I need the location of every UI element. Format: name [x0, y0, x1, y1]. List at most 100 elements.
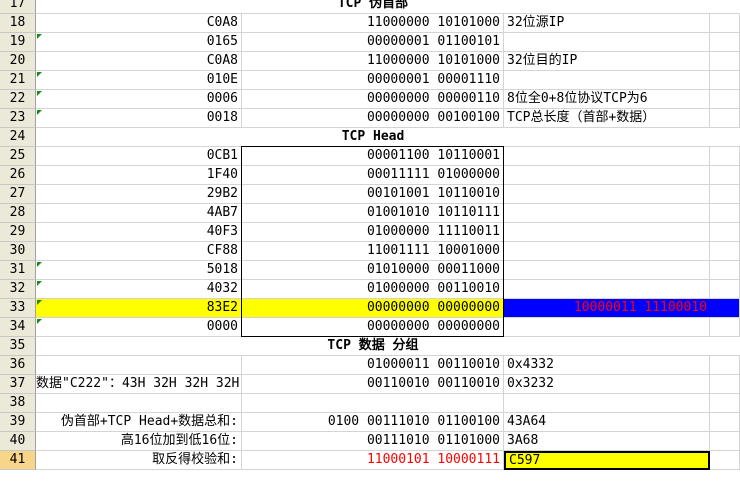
row-header[interactable]: 20: [0, 52, 36, 71]
cell-empty[interactable]: [710, 394, 740, 413]
cell-hex-value[interactable]: C0A8: [36, 14, 242, 33]
cell[interactable]: [36, 128, 242, 147]
cell-hex-value[interactable]: 0165: [36, 33, 242, 52]
cell-binary-value[interactable]: 01010000 00011000: [242, 261, 504, 280]
cell-note[interactable]: [504, 318, 710, 337]
cell[interactable]: [36, 337, 242, 356]
row-header[interactable]: 27: [0, 185, 36, 204]
row-header[interactable]: 39: [0, 413, 36, 432]
cell-hex-value[interactable]: 29B2: [36, 185, 242, 204]
cell-empty[interactable]: [710, 280, 740, 299]
cell-note[interactable]: [504, 223, 710, 242]
cell-binary-value[interactable]: 00000000 00100100: [242, 109, 504, 128]
cell-hex-value[interactable]: [36, 356, 242, 375]
row-header[interactable]: 36: [0, 356, 36, 375]
cell-hex-value[interactable]: CF88: [36, 242, 242, 261]
row-header[interactable]: 24: [0, 128, 36, 147]
row-header[interactable]: 35: [0, 337, 36, 356]
cell[interactable]: [710, 0, 740, 14]
row-header[interactable]: 25: [0, 147, 36, 166]
row-header[interactable]: 26: [0, 166, 36, 185]
cell-empty[interactable]: [710, 52, 740, 71]
cell-hex-value[interactable]: 伪首部+TCP Head+数据总和:: [36, 413, 242, 432]
row-header[interactable]: 32: [0, 280, 36, 299]
cell-hex-value[interactable]: [36, 394, 242, 413]
row-header[interactable]: 38: [0, 394, 36, 413]
cell-note[interactable]: 8位全0+8位协议TCP为6: [504, 90, 710, 109]
cell-note[interactable]: [504, 261, 710, 280]
cell-empty[interactable]: [710, 242, 740, 261]
row-header[interactable]: 23: [0, 109, 36, 128]
cell-note[interactable]: [504, 33, 710, 52]
row-header[interactable]: 19: [0, 33, 36, 52]
cell-note[interactable]: 32位目的IP: [504, 52, 710, 71]
cell-note[interactable]: 3A68: [504, 432, 710, 451]
cell-note[interactable]: 43A64: [504, 413, 710, 432]
cell-binary-value[interactable]: 11000000 10101000: [242, 52, 504, 71]
cell-empty[interactable]: [710, 356, 740, 375]
cell-hex-value[interactable]: 40F3: [36, 223, 242, 242]
cell-empty[interactable]: [710, 375, 740, 394]
cell-binary-value[interactable]: 11000101 10000111: [242, 451, 504, 470]
row-header[interactable]: 41: [0, 451, 36, 470]
cell-hex-value[interactable]: 4AB7: [36, 204, 242, 223]
cell[interactable]: [504, 128, 710, 147]
cell-hex-value[interactable]: 0000: [36, 318, 242, 337]
cell-empty[interactable]: [710, 71, 740, 90]
cell-hex-value[interactable]: 1F40: [36, 166, 242, 185]
row-header[interactable]: 21: [0, 71, 36, 90]
cell-binary-value[interactable]: 01000000 00110010: [242, 280, 504, 299]
cell[interactable]: [710, 337, 740, 356]
cell-binary-value[interactable]: 11001111 10001000: [242, 242, 504, 261]
cell-binary-value[interactable]: 00110010 00110010: [242, 375, 504, 394]
cell-binary-value[interactable]: 0100 00111010 01100100: [242, 413, 504, 432]
row-header[interactable]: 37: [0, 375, 36, 394]
cell-empty[interactable]: [710, 223, 740, 242]
cell-binary-value[interactable]: 01000011 00110010: [242, 356, 504, 375]
cell-empty[interactable]: [710, 413, 740, 432]
cell-hex-value[interactable]: 0006: [36, 90, 242, 109]
cell-empty[interactable]: [710, 185, 740, 204]
cell[interactable]: [710, 128, 740, 147]
cell-note[interactable]: [504, 166, 710, 185]
cell-hex-value[interactable]: 4032: [36, 280, 242, 299]
cell-note[interactable]: [504, 204, 710, 223]
cell-hex-value[interactable]: 0018: [36, 109, 242, 128]
row-header[interactable]: 29: [0, 223, 36, 242]
cell-hex-value[interactable]: C0A8: [36, 52, 242, 71]
cell-note[interactable]: [504, 71, 710, 90]
cell-binary-value[interactable]: 00000000 00000000: [242, 299, 504, 318]
cell-empty[interactable]: [710, 14, 740, 33]
row-header[interactable]: 28: [0, 204, 36, 223]
cell-binary-value[interactable]: 01000000 11110011: [242, 223, 504, 242]
cell-empty[interactable]: [710, 432, 740, 451]
cell-binary-value[interactable]: 00000000 00000000: [242, 318, 504, 337]
cell-hex-value[interactable]: 010E: [36, 71, 242, 90]
cell-note[interactable]: [504, 242, 710, 261]
cell-binary-value[interactable]: 00001100 10110001: [242, 147, 504, 166]
row-header[interactable]: 17: [0, 0, 36, 14]
cell-empty[interactable]: [710, 147, 740, 166]
cell-note[interactable]: 0x3232: [504, 375, 710, 394]
cell-note[interactable]: TCP总长度（首部+数据）: [504, 109, 710, 128]
cell-note[interactable]: [504, 394, 710, 413]
cell-hex-value[interactable]: 高16位加到低16位:: [36, 432, 242, 451]
cell-empty[interactable]: [710, 318, 740, 337]
checksum-result-cell[interactable]: C597: [504, 451, 710, 470]
cell-hex-value[interactable]: 5018: [36, 261, 242, 280]
row-header[interactable]: 18: [0, 14, 36, 33]
cell[interactable]: [504, 0, 710, 14]
cell-hex-value[interactable]: 83E2: [36, 299, 242, 318]
cell-empty[interactable]: [710, 90, 740, 109]
row-header[interactable]: 31: [0, 261, 36, 280]
cell-empty[interactable]: [710, 33, 740, 52]
cell-note[interactable]: [504, 185, 710, 204]
cell-binary-value[interactable]: [242, 394, 504, 413]
cell-note[interactable]: [504, 147, 710, 166]
cell-empty[interactable]: [710, 261, 740, 280]
cell-empty[interactable]: [710, 166, 740, 185]
cell-binary-value[interactable]: 00000000 00000110: [242, 90, 504, 109]
cell-binary-value[interactable]: 00111010 01101000: [242, 432, 504, 451]
cell-empty[interactable]: [710, 109, 740, 128]
cell-empty[interactable]: [710, 451, 740, 470]
